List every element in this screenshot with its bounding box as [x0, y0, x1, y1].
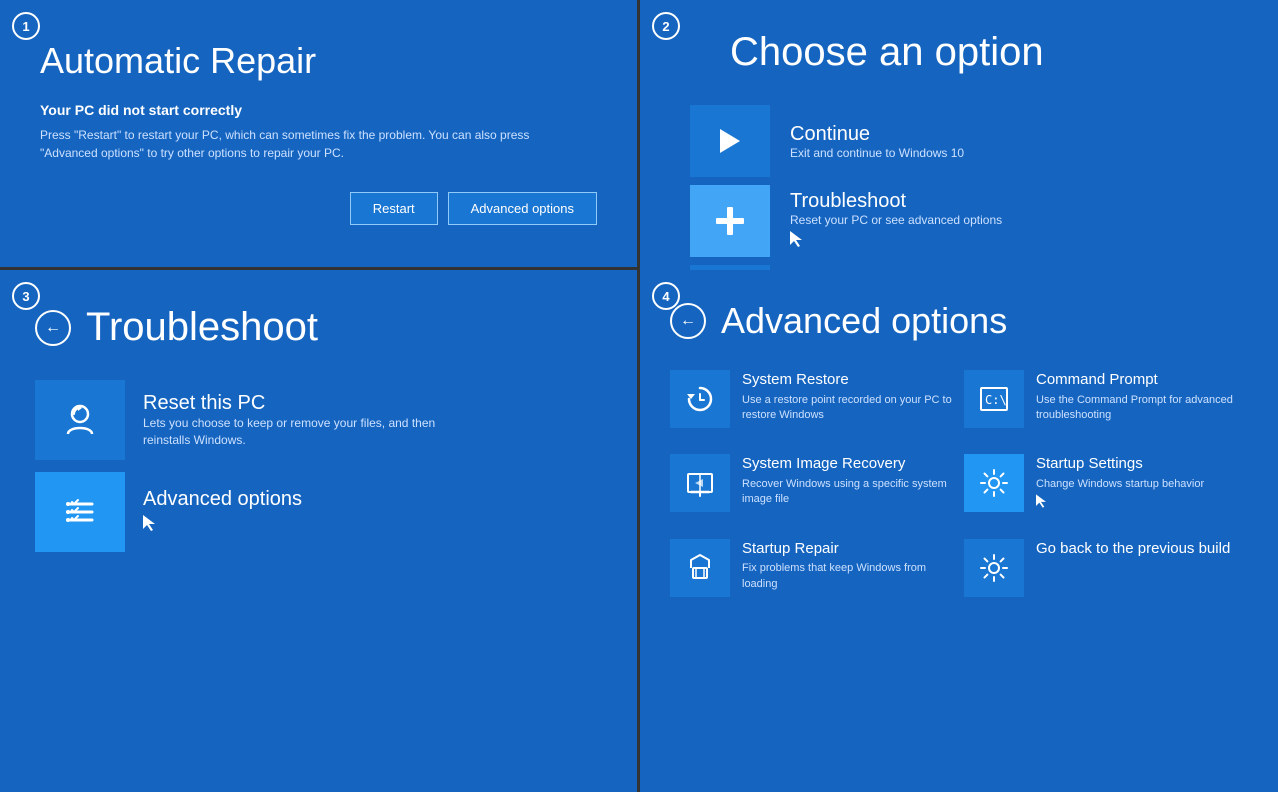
- advanced-options-title-3: Advanced options: [143, 488, 302, 511]
- system-restore-icon-box: [670, 370, 730, 428]
- panel-troubleshoot: 3 ← Troubleshoot Reset this PC Lets you …: [0, 270, 640, 792]
- system-restore-title: System Restore: [742, 370, 954, 390]
- advanced-options-icon-box: [35, 472, 125, 552]
- step-number-3: 3: [12, 282, 40, 310]
- system-restore-icon: [683, 382, 717, 416]
- step-number-4: 4: [652, 282, 680, 310]
- continue-icon-box: [690, 105, 770, 177]
- troubleshoot-title: Troubleshoot: [790, 190, 1002, 213]
- reset-pc-icon: [56, 396, 104, 444]
- reset-pc-desc: Lets you choose to keep or remove your f…: [143, 415, 443, 449]
- system-image-icon: [683, 466, 717, 500]
- tile-startup-settings[interactable]: Startup Settings Change Windows startup …: [964, 446, 1248, 521]
- back-button-4[interactable]: ←: [670, 303, 706, 339]
- cmd-icon: C:\: [977, 382, 1011, 416]
- panel1-description: Press "Restart" to restart your PC, whic…: [40, 126, 560, 162]
- startup-repair-desc: Fix problems that keep Windows from load…: [742, 561, 954, 592]
- startup-repair-icon-box: [670, 539, 730, 597]
- previous-build-icon: [977, 551, 1011, 585]
- option-continue[interactable]: Continue Exit and continue to Windows 10: [690, 105, 1228, 177]
- option-troubleshoot[interactable]: Troubleshoot Reset your PC or see advanc…: [690, 185, 1228, 257]
- command-prompt-icon-box: C:\: [964, 370, 1024, 428]
- startup-settings-desc: Change Windows startup behavior: [1036, 477, 1204, 492]
- panel2-title: Choose an option: [730, 30, 1228, 75]
- system-image-title: System Image Recovery: [742, 454, 954, 474]
- startup-repair-icon: [683, 551, 717, 585]
- arrow-right-icon: [712, 123, 748, 159]
- system-image-desc: Recover Windows using a specific system …: [742, 477, 954, 508]
- previous-build-icon-box: [964, 539, 1024, 597]
- svg-text:C:\: C:\: [985, 393, 1007, 407]
- reset-icon-box: [35, 380, 125, 460]
- tile-system-restore[interactable]: System Restore Use a restore point recor…: [670, 362, 954, 436]
- back-button-3[interactable]: ←: [35, 310, 71, 346]
- reset-pc-title: Reset this PC: [143, 392, 443, 415]
- cursor-icon: [790, 231, 802, 247]
- step-number-2: 2: [652, 12, 680, 40]
- panel-advanced-options: 4 ← Advanced options System Restore Use …: [640, 270, 1278, 792]
- restart-button[interactable]: Restart: [350, 192, 438, 225]
- tile-system-image-recovery[interactable]: System Image Recovery Recover Windows us…: [670, 446, 954, 521]
- tile-reset-pc[interactable]: Reset this PC Lets you choose to keep or…: [35, 380, 602, 460]
- startup-settings-icon: [977, 466, 1011, 500]
- panel4-title: Advanced options: [721, 300, 1007, 342]
- panel3-title: Troubleshoot: [86, 305, 318, 350]
- previous-build-title: Go back to the previous build: [1036, 539, 1230, 559]
- continue-title: Continue: [790, 123, 964, 146]
- startup-settings-icon-box: [964, 454, 1024, 512]
- step-number-1: 1: [12, 12, 40, 40]
- tools-icon: [712, 203, 748, 239]
- troubleshoot-icon-box: [690, 185, 770, 257]
- panel-automatic-repair: 1 Automatic Repair Your PC did not start…: [0, 0, 640, 270]
- command-prompt-title: Command Prompt: [1036, 370, 1248, 390]
- panel1-title: Automatic Repair: [40, 40, 597, 82]
- tile-advanced-options[interactable]: Advanced options: [35, 472, 602, 552]
- command-prompt-desc: Use the Command Prompt for advanced trou…: [1036, 393, 1248, 424]
- panel1-button-row: Restart Advanced options: [40, 192, 597, 225]
- startup-repair-title: Startup Repair: [742, 539, 954, 559]
- advanced-options-button-1[interactable]: Advanced options: [448, 192, 597, 225]
- tile-startup-repair[interactable]: Startup Repair Fix problems that keep Wi…: [670, 531, 954, 605]
- troubleshoot-desc: Reset your PC or see advanced options: [790, 213, 1002, 227]
- panel1-subtitle: Your PC did not start correctly: [40, 102, 597, 118]
- system-image-icon-box: [670, 454, 730, 512]
- tile-command-prompt[interactable]: C:\ Command Prompt Use the Command Promp…: [964, 362, 1248, 436]
- cursor-icon-4: [1036, 494, 1046, 508]
- system-restore-desc: Use a restore point recorded on your PC …: [742, 393, 954, 424]
- startup-settings-title: Startup Settings: [1036, 454, 1204, 474]
- advanced-options-grid: System Restore Use a restore point recor…: [670, 362, 1248, 605]
- checklist-icon: [58, 490, 102, 534]
- cursor-icon-3: [143, 515, 155, 531]
- continue-desc: Exit and continue to Windows 10: [790, 146, 964, 160]
- tile-previous-build[interactable]: Go back to the previous build: [964, 531, 1248, 605]
